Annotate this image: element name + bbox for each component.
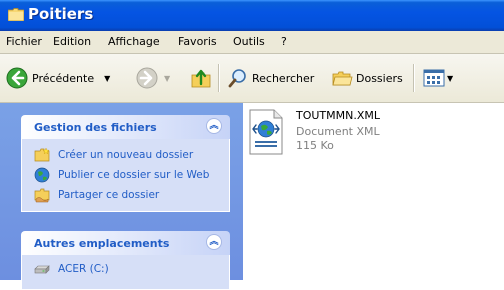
back-label: Précédente	[32, 71, 95, 85]
file-tasks-title: Gestion des fichiers	[34, 121, 157, 134]
other-places-panel: Autres emplacements ︽ ACER (C:)	[21, 231, 230, 290]
share-folder-icon	[34, 188, 50, 203]
task-share-folder[interactable]: Partager ce dossier	[22, 185, 229, 205]
search-label: Rechercher	[252, 71, 315, 85]
views-button[interactable]: ▼	[423, 66, 453, 90]
task-label: Publier ce dossier sur le Web	[58, 169, 210, 181]
toolbar-separator	[218, 64, 220, 92]
file-item[interactable]: TOUTMMN.XML Document XML 115 Ko	[248, 107, 448, 159]
collapse-chevron-icon[interactable]: ︽	[206, 118, 222, 134]
views-icon	[423, 69, 445, 87]
up-folder-button[interactable]	[190, 66, 212, 90]
menu-bar: Fichier Edition Affichage Favoris Outils…	[0, 31, 504, 54]
new-folder-icon	[34, 147, 50, 162]
folders-button[interactable]: Dossiers	[331, 66, 403, 90]
task-pane: Gestion des fichiers ︽ Créer un nouveau …	[0, 103, 243, 290]
views-dropdown-icon[interactable]: ▼	[447, 74, 453, 83]
task-label: Créer un nouveau dossier	[58, 149, 194, 161]
back-dropdown-icon[interactable]: ▼	[104, 74, 110, 83]
file-size: 115 Ko	[296, 139, 334, 152]
file-tasks-panel: Gestion des fichiers ︽ Créer un nouveau …	[21, 115, 230, 212]
folder-icon	[8, 8, 24, 21]
back-button[interactable]: Précédente ▼	[6, 66, 110, 90]
task-new-folder[interactable]: Créer un nouveau dossier	[22, 145, 229, 165]
up-folder-icon	[191, 69, 211, 88]
task-publish-web[interactable]: Publier ce dossier sur le Web	[22, 165, 229, 185]
toolbar-separator	[413, 64, 415, 92]
window-title: Poitiers	[28, 5, 94, 23]
menu-favoris[interactable]: Favoris	[178, 35, 217, 48]
menu-edition[interactable]: Edition	[53, 35, 91, 48]
back-arrow-icon	[6, 67, 28, 89]
title-bar[interactable]: Poitiers	[0, 0, 504, 31]
publish-web-icon	[34, 167, 50, 183]
menu-outils[interactable]: Outils	[233, 35, 265, 48]
folders-label: Dossiers	[356, 71, 403, 85]
task-label: Partager ce dossier	[58, 189, 160, 201]
forward-dropdown-icon[interactable]: ▼	[164, 74, 170, 83]
menu-fichier[interactable]: Fichier	[6, 35, 42, 48]
other-places-header[interactable]: Autres emplacements ︽	[21, 231, 230, 255]
collapse-chevron-icon[interactable]: ︽	[206, 234, 222, 250]
other-places-title: Autres emplacements	[34, 237, 170, 250]
place-label: ACER (C:)	[58, 263, 109, 275]
menu-affichage[interactable]: Affichage	[108, 35, 160, 48]
search-icon	[228, 69, 246, 88]
file-tasks-body: Créer un nouveau dossier Publier ce doss…	[21, 139, 230, 212]
file-tasks-header[interactable]: Gestion des fichiers ︽	[21, 115, 230, 139]
file-name: TOUTMMN.XML	[296, 109, 381, 122]
place-acer-drive[interactable]: ACER (C:)	[22, 259, 229, 279]
menu-help[interactable]: ?	[281, 35, 287, 48]
search-button[interactable]: Rechercher	[227, 66, 314, 90]
xml-document-icon	[249, 109, 283, 155]
forward-button[interactable]: ▼	[136, 66, 170, 90]
forward-arrow-icon	[136, 67, 158, 89]
drive-icon	[34, 265, 50, 274]
other-places-body: ACER (C:)	[21, 255, 230, 290]
folders-icon	[332, 71, 353, 86]
toolbar: Précédente ▼ ▼ Rechercher Dossiers ▼	[0, 54, 504, 103]
file-type: Document XML	[296, 125, 380, 138]
